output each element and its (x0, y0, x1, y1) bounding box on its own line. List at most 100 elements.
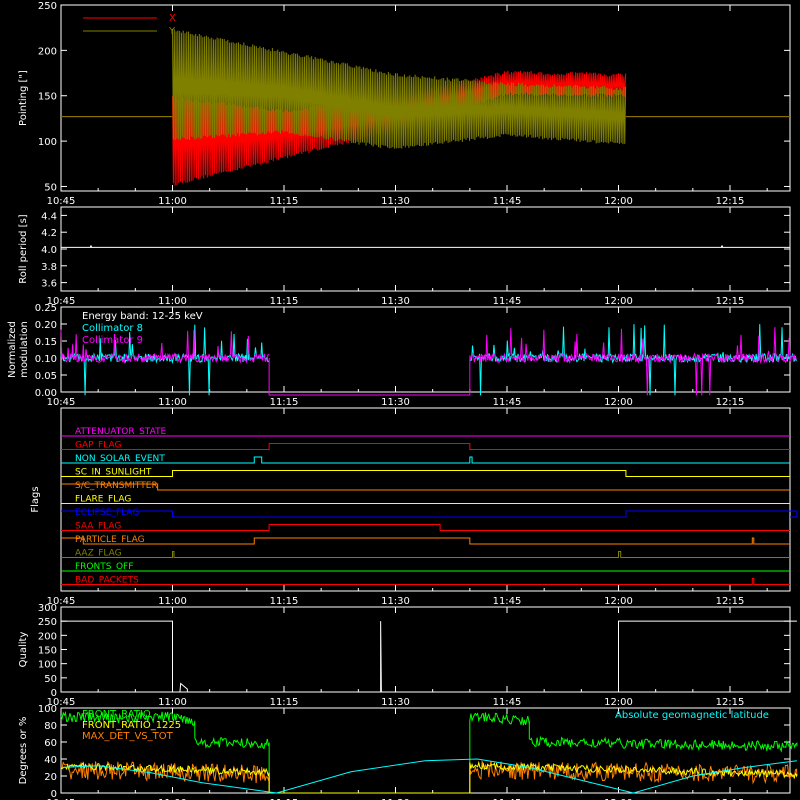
x-tick-label: 11:45 (493, 296, 522, 307)
y-axis-label: Normalized (7, 321, 18, 378)
x-tick-label: 12:15 (716, 697, 745, 708)
y-axis-label: Degrees or % (18, 717, 29, 785)
roll-period-point (721, 245, 723, 248)
y-tick-label: 0.25 (35, 303, 57, 314)
chart-figure: 10:45 11:00 11:15 11:30 11:45 12:00 12:15 10:45… (0, 0, 800, 800)
flag-line-GAP_FLAG (61, 443, 790, 450)
flag-line-SAA_FLAG (61, 524, 790, 531)
y-tick-label: 50 (44, 674, 57, 685)
legend-label: Absolute geomagnetic latitude (615, 710, 769, 721)
y-tick-label: 200 (38, 46, 57, 57)
y-tick-label: 40 (44, 755, 57, 766)
x-tick-label: 11:30 (381, 697, 410, 708)
flag-label-ECLIPSE_FLAG: ECLIPSE_FLAG (75, 508, 139, 518)
flag-label-FLARE_FLAG: FLARE_FLAG (75, 495, 131, 505)
flag-label-AAZ_FLAG: AAZ_FLAG (75, 549, 122, 559)
x-tick-label: 11:15 (270, 697, 299, 708)
y-axis-label: modulation (19, 321, 30, 378)
panel-frame-flags (60, 407, 791, 592)
flag-label-NON_SOLAR_EVENT: NON_SOLAR_EVENT (75, 454, 165, 464)
legend-label: Collimator 9 (82, 335, 143, 346)
flag-label-S/C_TRANSMITTER: S/C_TRANSMITTER (75, 481, 158, 491)
y-tick-label: 0.10 (35, 354, 57, 365)
y-tick-label: 0.20 (35, 320, 57, 331)
y-tick-label: 300 (38, 603, 57, 614)
x-tick-label: 12:00 (604, 296, 633, 307)
x-tick-label: 11:30 (381, 296, 410, 307)
x-tick-label: 10:45 (47, 196, 76, 207)
legend-label: Collimator 8 (82, 323, 143, 334)
y-tick-label: 0.00 (35, 388, 57, 399)
series-Collimator-9-line (469, 327, 797, 396)
y-tick-label: 4.2 (41, 228, 57, 239)
x-tick-label: 11:00 (158, 296, 187, 307)
x-tick-label: 12:00 (604, 397, 633, 408)
x-tick-label: 12:00 (604, 196, 633, 207)
x-tick-label: 11:45 (493, 596, 522, 607)
y-tick-label: 60 (44, 738, 57, 749)
y-tick-label: 200 (38, 631, 57, 642)
flag-label-BAD_PACKETS: BAD_PACKETS (75, 576, 139, 586)
x-tick-label: 11:15 (270, 296, 299, 307)
y-axis-label: Roll period [s] (18, 214, 29, 283)
x-tick-label: 11:45 (493, 397, 522, 408)
x-tick-label: 11:30 (381, 397, 410, 408)
series-collimator-9-gap (268, 358, 471, 396)
chart-canvas: 10:45 11:00 11:15 11:30 11:45 12:00 12:1510:45… (7, 1, 798, 800)
legend-label-Y: Y (168, 26, 176, 37)
x-tick-label: 11:30 (381, 196, 410, 207)
x-tick-label: 11:45 (493, 697, 522, 708)
y-axis-label: Flags (30, 486, 41, 512)
y-tick-label: 250 (38, 1, 57, 12)
x-tick-label: 11:15 (270, 397, 299, 408)
y-tick-label: 4.0 (41, 245, 57, 256)
x-tick-label: 12:15 (716, 596, 745, 607)
y-tick-label: 3.8 (41, 262, 57, 273)
x-tick-label: 12:15 (716, 397, 745, 408)
panel-frame-roll (60, 206, 791, 292)
y-tick-label: 50 (44, 182, 57, 193)
flag-label-ATTENUATOR_STATE: ATTENUATOR_STATE (75, 427, 167, 437)
flag-line-ECLIPSE_FLAG (61, 510, 798, 518)
x-tick-label: 12:00 (604, 697, 633, 708)
x-tick-label: 12:15 (716, 196, 745, 207)
y-axis-label: Quality (18, 632, 29, 668)
roll-period-point (90, 245, 92, 248)
y-tick-label: 0 (51, 789, 57, 800)
flag-line-SC_IN_SUNLIGHT (61, 470, 790, 477)
flag-label-PARTICLE_FLAG: PARTICLE_FLAG (75, 535, 145, 545)
y-tick-label: 100 (38, 137, 57, 148)
y-tick-label: 100 (38, 660, 57, 671)
flag-label-SC_IN_SUNLIGHT: SC_IN_SUNLIGHT (75, 468, 152, 478)
x-tick-label: 11:15 (270, 196, 299, 207)
y-tick-label: 150 (38, 92, 57, 103)
flag-line-S/C_TRANSMITTER (61, 483, 790, 491)
y-tick-label: 100 (38, 704, 57, 715)
x-tick-label: 11:00 (158, 596, 187, 607)
x-tick-label: 11:45 (493, 196, 522, 207)
x-tick-label: 11:30 (381, 596, 410, 607)
y-tick-label: 0 (51, 688, 57, 699)
panel-frame-quality (60, 606, 791, 693)
y-tick-label: 20 (44, 772, 57, 783)
y-tick-label: 3.6 (41, 279, 57, 290)
flag-label-SAA_FLAG: SAA_FLAG (75, 522, 121, 532)
y-tick-label: 4.4 (41, 211, 57, 222)
x-tick-label: 11:15 (270, 596, 299, 607)
x-tick-label: 11:00 (158, 697, 187, 708)
y-tick-label: 80 (44, 721, 57, 732)
x-tick-label: 12:15 (716, 296, 745, 307)
x-tick-label: 11:00 (158, 196, 187, 207)
flag-line-BAD_PACKETS (61, 578, 790, 585)
x-tick-label: 12:00 (604, 596, 633, 607)
y-tick-label: 0.15 (35, 337, 57, 348)
y-tick-label: 150 (38, 646, 57, 657)
y-axis-label: Pointing ["] (18, 70, 29, 126)
legend-label-X: X (169, 13, 176, 24)
flag-line-AAZ_FLAG (61, 551, 790, 558)
y-tick-label: 250 (38, 617, 57, 628)
y-tick-label: 0.05 (35, 371, 57, 382)
series-quality-line (61, 620, 797, 693)
flag-label-FRONTS_OFF: FRONTS_OFF (75, 562, 133, 572)
legend-label: MAX_DET_VS_TOT (82, 731, 174, 742)
